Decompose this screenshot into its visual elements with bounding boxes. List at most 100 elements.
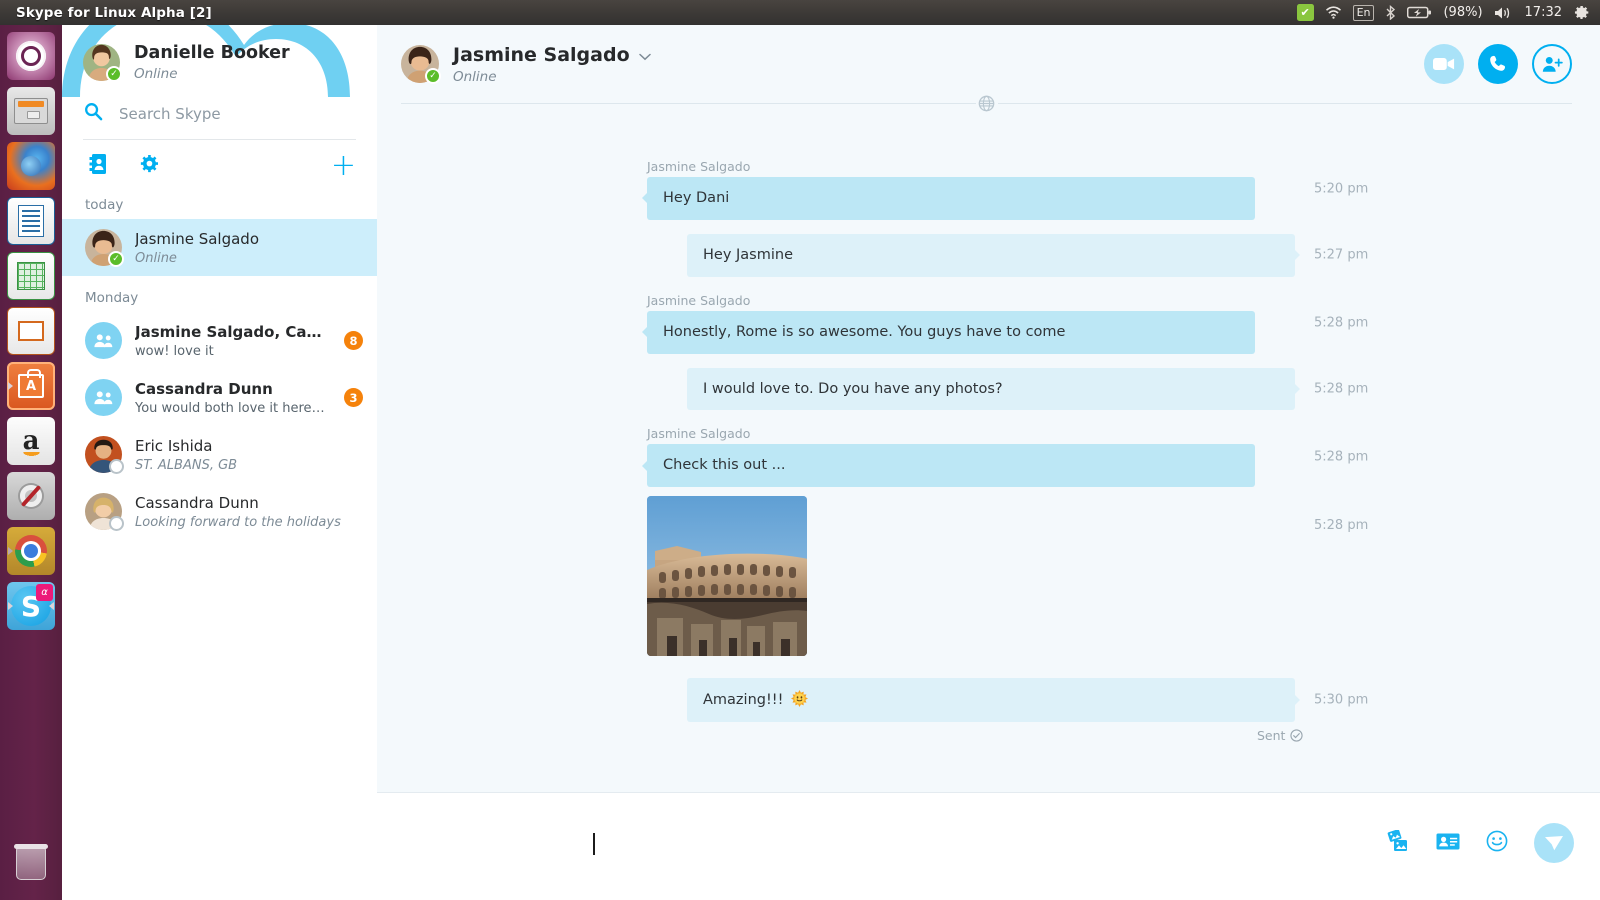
conversation-item-eric-ishida[interactable]: Eric Ishida ST. ALBANS, GB: [62, 426, 377, 483]
conversation-name: Jasmine Salgado: [135, 230, 363, 248]
indicator-check-icon[interactable]: ✔: [1297, 4, 1314, 21]
send-contact-icon[interactable]: [1436, 833, 1460, 854]
search-row[interactable]: [62, 96, 377, 139]
file-cabinet-icon: [14, 98, 48, 124]
launcher-item-libreoffice-impress[interactable]: [7, 307, 55, 355]
chat-header-divider: [401, 103, 1572, 104]
sent-check-icon: [1290, 729, 1303, 742]
chat-contact-status: Online: [453, 69, 651, 85]
message-photo-attachment[interactable]: [647, 496, 807, 656]
conversation-name: Jasmine Salgado, Cassan…: [135, 323, 325, 341]
message-list[interactable]: Jasmine Salgado Hey Dani 5:20 pm Hey Jas…: [377, 129, 1600, 792]
conversation-item-cassandra-dunn[interactable]: Cassandra Dunn Looking forward to the ho…: [62, 483, 377, 540]
keyboard-language-indicator[interactable]: En: [1353, 5, 1375, 21]
unity-launcher: a S α: [0, 25, 62, 900]
video-call-button[interactable]: [1424, 44, 1464, 84]
message-timestamp: 5:28 pm: [1314, 316, 1368, 331]
conversation-name: Cassandra Dunn: [135, 380, 325, 398]
battery-icon[interactable]: [1407, 6, 1432, 19]
message-row: Amazing!!!: [377, 678, 1600, 722]
launcher-item-files[interactable]: [7, 87, 55, 135]
profile-name: Danielle Booker: [134, 43, 290, 63]
firefox-icon: [21, 156, 41, 176]
avatar[interactable]: ✓: [83, 44, 120, 81]
message-timestamp: 5:28 pm: [1314, 518, 1368, 533]
window-title: Skype for Linux Alpha [2]: [16, 5, 212, 21]
globe-icon[interactable]: [976, 94, 998, 113]
send-media-icon[interactable]: [1386, 830, 1410, 856]
launcher-item-libreoffice-writer[interactable]: [7, 197, 55, 245]
launcher-item-ubuntu-software[interactable]: [7, 362, 55, 410]
running-indicator-left: [8, 382, 13, 390]
message-sender: Jasmine Salgado: [647, 426, 1600, 441]
launcher-item-system-settings[interactable]: [7, 472, 55, 520]
chat-contact-name: Jasmine Salgado: [453, 44, 630, 66]
chevron-down-icon[interactable]: [639, 44, 651, 66]
conversation-preview: You would both love it here - we're havi…: [135, 401, 325, 416]
clock[interactable]: 17:32: [1525, 5, 1562, 20]
launcher-item-amazon[interactable]: a: [7, 417, 55, 465]
wifi-icon[interactable]: [1325, 6, 1342, 19]
trash-icon: [16, 848, 46, 880]
emoticon-icon[interactable]: [1486, 830, 1508, 856]
focused-indicator-right: [49, 602, 54, 610]
skype-window: ✓ Danielle Booker Online: [62, 25, 1600, 900]
launcher-item-ubuntu-dash[interactable]: [7, 32, 55, 80]
conversation-item-jasmine-salgado[interactable]: ✓ Jasmine Salgado Online: [62, 219, 377, 276]
unread-badge: 3: [344, 388, 363, 407]
composer-toolbar: [1386, 823, 1574, 863]
gear-icon[interactable]: [138, 153, 160, 179]
launcher-item-trash[interactable]: [7, 840, 55, 888]
status-indicator-online: ✓: [106, 66, 122, 82]
volume-icon[interactable]: [1494, 6, 1514, 20]
text-cursor: [593, 833, 595, 855]
running-indicator-left: [8, 547, 13, 555]
profile-row[interactable]: ✓ Danielle Booker Online: [62, 25, 377, 96]
bluetooth-icon[interactable]: [1385, 5, 1396, 20]
sun-smiley-emoji-icon: [791, 690, 808, 707]
document-icon: [18, 205, 44, 237]
group-avatar-icon: [85, 322, 122, 359]
avatar[interactable]: ✓: [401, 45, 439, 83]
message-row: Jasmine Salgado Honestly, Rome is so awe…: [377, 293, 1600, 354]
message-bubble-incoming[interactable]: Honestly, Rome is so awesome. You guys h…: [647, 311, 1255, 354]
audio-call-button[interactable]: [1478, 44, 1518, 84]
send-message-button[interactable]: [1534, 823, 1574, 863]
message-bubble-incoming[interactable]: Check this out ...: [647, 444, 1255, 487]
search-input[interactable]: [119, 105, 329, 123]
message-bubble-outgoing[interactable]: Hey Jasmine: [687, 234, 1295, 277]
conversation-item-group-cassandra-dunn[interactable]: Cassandra Dunn You would both love it he…: [62, 369, 377, 426]
sent-label-text: Sent: [1257, 728, 1285, 743]
chrome-icon: [15, 535, 47, 567]
contacts-book-icon[interactable]: [88, 153, 108, 179]
ubuntu-logo-icon: [16, 41, 46, 71]
launcher-item-firefox[interactable]: [7, 142, 55, 190]
message-bubble-outgoing[interactable]: I would love to. Do you have any photos?: [687, 368, 1295, 411]
conversation-preview: wow! love it: [135, 344, 325, 359]
status-indicator-offline: [109, 459, 124, 474]
launcher-item-libreoffice-calc[interactable]: [7, 252, 55, 300]
message-bubble-outgoing[interactable]: Amazing!!!: [687, 678, 1295, 722]
system-tray: ✔ En (98%) 17:32: [1297, 4, 1600, 21]
battery-percent: (98%): [1443, 5, 1482, 20]
message-row: Hey Jasmine 5:27 pm: [377, 234, 1600, 277]
conversation-name: Eric Ishida: [135, 437, 363, 455]
message-sender: Jasmine Salgado: [647, 293, 1600, 308]
message-composer[interactable]: [377, 792, 1600, 900]
message-timestamp: 5:28 pm: [1314, 449, 1368, 464]
conversation-item-group-jasmine-cassandra[interactable]: Jasmine Salgado, Cassan… wow! love it 8: [62, 312, 377, 369]
group-label-today: today: [62, 192, 377, 219]
gear-icon[interactable]: [1573, 4, 1590, 21]
message-bubble-incoming[interactable]: Hey Dani: [647, 177, 1255, 220]
add-person-button[interactable]: [1532, 44, 1572, 84]
message-timestamp: 5:28 pm: [1314, 381, 1368, 396]
new-conversation-button[interactable]: +: [331, 154, 356, 178]
unread-badge: 8: [344, 331, 363, 350]
alpha-badge: α: [36, 584, 53, 601]
message-timestamp: 5:20 pm: [1314, 182, 1368, 197]
status-indicator-offline: [109, 516, 124, 531]
launcher-item-skype[interactable]: S α: [7, 582, 55, 630]
group-avatar-icon: [85, 379, 122, 416]
launcher-item-google-chrome[interactable]: [7, 527, 55, 575]
profile-status: Online: [134, 66, 290, 82]
